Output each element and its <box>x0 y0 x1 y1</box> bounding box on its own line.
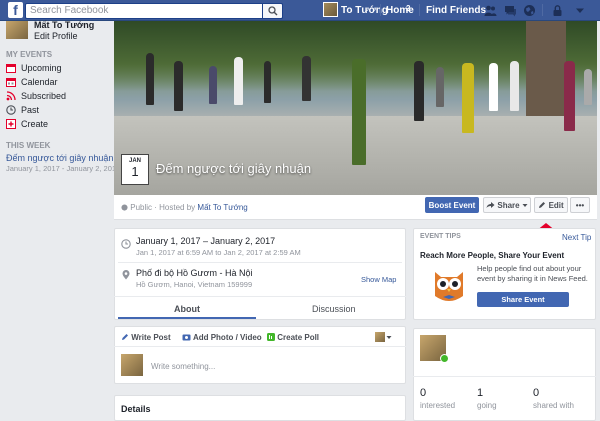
tab-discussion[interactable]: Discussion <box>312 304 356 314</box>
messages-icon[interactable] <box>504 4 517 17</box>
edit-profile-link[interactable]: Edit Profile <box>34 31 78 41</box>
top-divider <box>380 4 381 16</box>
edit-button[interactable]: Edit <box>534 197 568 213</box>
sidebar-item-create[interactable]: Create <box>6 118 111 131</box>
composer-identity-avatar[interactable] <box>375 332 385 342</box>
find-friends-link[interactable]: Find Friends <box>426 5 486 16</box>
share-event-button[interactable]: Share Event <box>477 292 569 307</box>
going-label: going <box>477 401 497 410</box>
active-tab-indicator <box>118 317 256 319</box>
clock-icon <box>121 239 131 249</box>
sidebar-item-label: Past <box>21 105 40 115</box>
owl-mascot-icon <box>435 272 463 301</box>
event-privacy: Public <box>130 203 153 212</box>
chevron-down-icon[interactable] <box>386 335 392 340</box>
divider <box>118 262 402 263</box>
home-count-badge: 2 <box>406 4 411 13</box>
show-map-link[interactable]: Show Map <box>361 275 396 284</box>
search-icon <box>268 6 278 16</box>
interested-label: interested <box>420 401 456 410</box>
left-profile-name[interactable]: Mất To Tướng <box>34 20 94 30</box>
my-events-header: MY EVENTS <box>6 50 53 59</box>
globe-icon <box>121 204 128 211</box>
write-post-button[interactable]: Write Post <box>121 333 171 342</box>
sidebar-item-label: Create <box>21 119 49 129</box>
camera-icon <box>182 334 191 341</box>
facebook-logo-icon[interactable]: f <box>8 2 23 18</box>
check-icon <box>440 354 449 363</box>
add-photo-video-button[interactable]: Add Photo / Video <box>182 333 262 342</box>
sidebar-item-calendar[interactable]: Calendar <box>6 76 111 89</box>
search-button[interactable] <box>262 3 283 19</box>
calendar-icon <box>6 64 16 73</box>
share-label: Share <box>497 201 520 210</box>
sidebar-item-upcoming[interactable]: Upcoming <box>6 62 111 75</box>
globe-notifications-icon[interactable] <box>523 4 536 17</box>
shared-with-label: shared with <box>533 401 574 410</box>
event-date-range: January 1, 2017 – January 2, 2017 <box>136 236 276 246</box>
write-post-label: Write Post <box>131 333 171 342</box>
sidebar-item-label: Upcoming <box>21 63 62 73</box>
details-title: Details <box>121 404 151 414</box>
top-avatar[interactable] <box>323 2 338 17</box>
calendar-grid-icon <box>6 78 16 87</box>
this-week-event-date: January 1, 2017 - January 2, 2017 <box>6 164 121 173</box>
event-date-box: JAN 1 <box>121 154 149 185</box>
friend-requests-icon[interactable] <box>484 4 497 17</box>
chevron-down-icon <box>522 204 528 207</box>
shared-with-count[interactable]: 0 <box>533 387 539 399</box>
chevron-down-icon[interactable] <box>574 4 586 17</box>
divider <box>114 346 406 347</box>
interested-count[interactable]: 0 <box>420 387 426 399</box>
boost-event-button[interactable]: Boost Event <box>425 197 479 213</box>
pencil-icon <box>539 202 546 208</box>
event-time-range: Jan 1, 2017 at 6:59 AM to Jan 2, 2017 at… <box>136 248 301 257</box>
divider <box>413 376 596 377</box>
event-tips-body: Help people find out about your event by… <box>477 264 588 283</box>
details-card <box>114 395 406 421</box>
event-title: Đếm ngược tới giây nhuận <box>156 161 312 176</box>
sidebar-item-label: Subscribed <box>21 91 67 101</box>
rss-icon <box>6 91 16 101</box>
sidebar-item-past[interactable]: Past <box>6 104 111 117</box>
event-host-line: Public · Hosted by Mất To Tướng <box>121 203 248 212</box>
sidebar-item-subscribed[interactable]: Subscribed <box>6 90 111 103</box>
top-divider <box>542 4 543 16</box>
write-something-input[interactable]: Write something... <box>151 362 215 371</box>
top-divider <box>419 4 420 16</box>
going-count[interactable]: 1 <box>477 387 483 399</box>
event-day: 1 <box>131 164 139 179</box>
sidebar-item-label: Calendar <box>21 77 58 87</box>
divider <box>114 296 406 297</box>
tab-about[interactable]: About <box>174 304 200 314</box>
event-place-address: Hồ Gươm, Hanoi, Vietnam 159999 <box>136 280 253 289</box>
event-hosted-prefix: · Hosted by <box>154 203 196 212</box>
event-place-name[interactable]: Phố đi bộ Hồ Gươm - Hà Nội <box>136 268 252 278</box>
search-input[interactable]: Search Facebook <box>25 3 283 19</box>
event-tips-header: EVENT TIPS <box>420 233 461 240</box>
event-host-link[interactable]: Mất To Tướng <box>197 203 247 212</box>
this-week-header: THIS WEEK <box>6 141 51 150</box>
poll-icon <box>267 333 275 341</box>
edit-label: Edit <box>548 201 564 210</box>
event-tips-title: Reach More People, Share Your Event <box>420 251 565 260</box>
left-profile-avatar[interactable] <box>6 21 28 39</box>
pencil-icon <box>122 334 128 340</box>
composer-avatar <box>121 354 143 376</box>
more-options-button[interactable]: ••• <box>570 197 590 213</box>
create-poll-button[interactable]: Create Poll <box>267 333 319 342</box>
privacy-lock-icon[interactable] <box>551 4 564 17</box>
add-photo-label: Add Photo / Video <box>192 333 262 342</box>
share-arrow-icon <box>486 202 495 208</box>
create-poll-label: Create Poll <box>277 333 320 342</box>
location-pin-icon <box>122 270 130 280</box>
share-button[interactable]: Share <box>483 197 531 213</box>
this-week-event-link[interactable]: Đếm ngược tới giây nhuận <box>6 153 113 163</box>
next-tip-link[interactable]: Next Tip <box>562 233 591 242</box>
plus-icon <box>6 119 16 129</box>
clock-icon <box>6 105 16 115</box>
